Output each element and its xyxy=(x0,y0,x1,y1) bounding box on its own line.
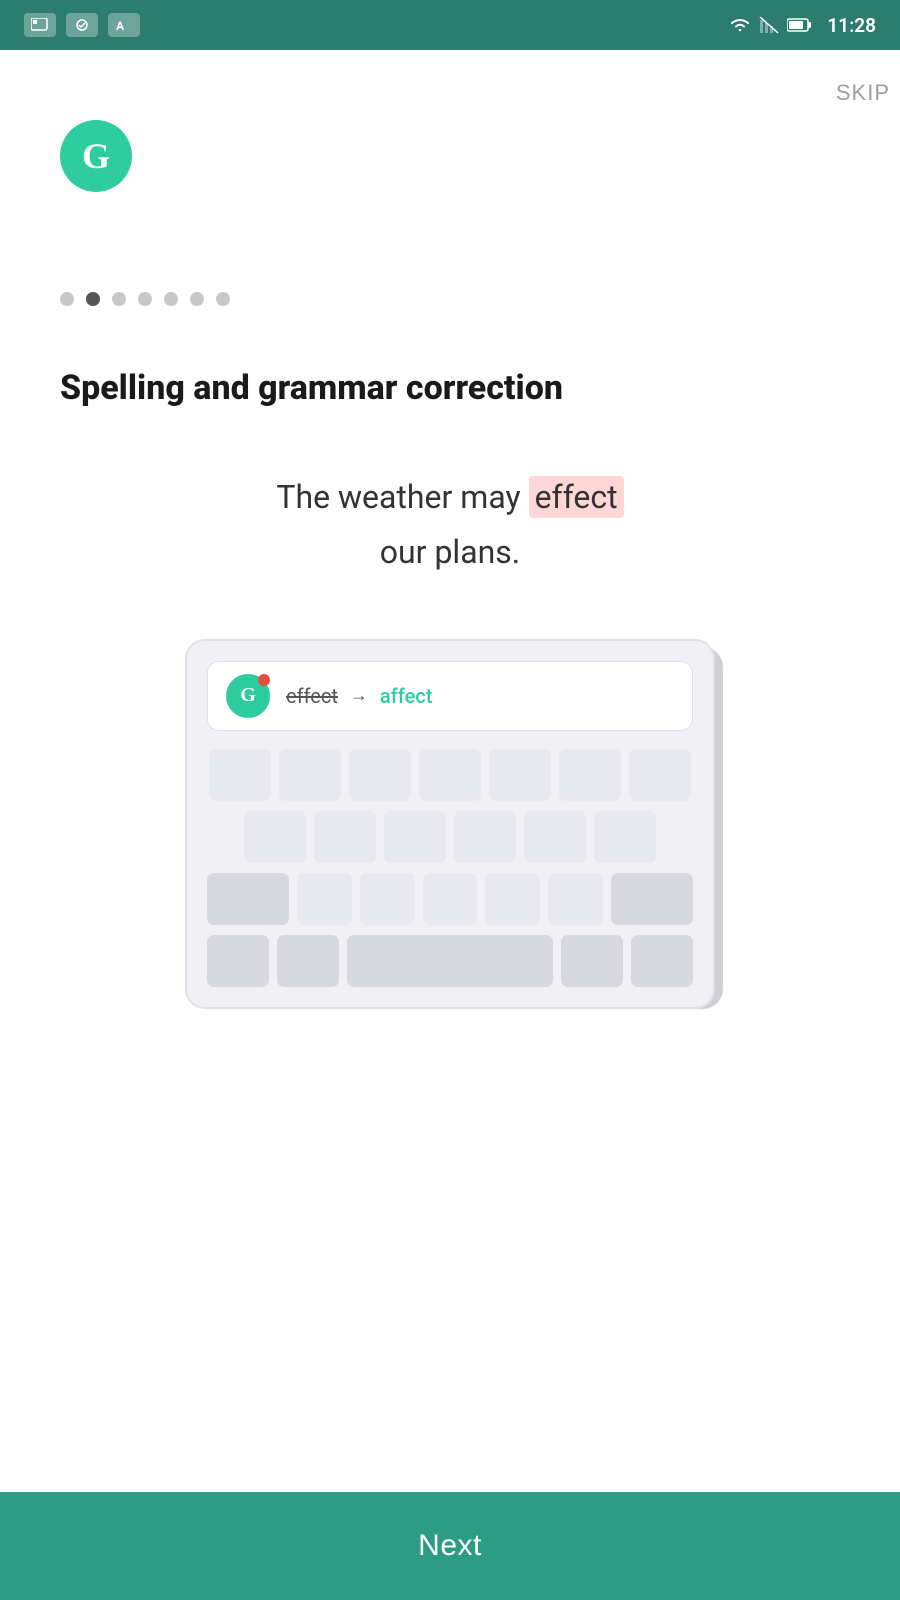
highlighted-word: effect xyxy=(529,476,624,518)
suggestion-bar: G effect → affect xyxy=(207,661,693,731)
battery-icon xyxy=(787,18,811,32)
keyboard-wrapper: G effect → affect xyxy=(185,639,715,1009)
example-prefix: The weather may xyxy=(276,478,528,516)
logo-letter: G xyxy=(82,135,110,177)
signal-icon xyxy=(759,16,779,34)
main-content: SKIP G Spelling and grammar correction T… xyxy=(0,50,900,1600)
key xyxy=(419,749,481,801)
key-backspace xyxy=(611,873,693,925)
key xyxy=(360,873,415,925)
example-text: The weather may effect our plans. xyxy=(50,470,850,579)
skip-button[interactable]: SKIP xyxy=(836,80,890,106)
grammarly-logo: G xyxy=(60,120,132,192)
key xyxy=(489,749,551,801)
dot-2 xyxy=(86,292,100,306)
key-row-2 xyxy=(207,811,693,863)
key-row-4 xyxy=(207,935,693,987)
key xyxy=(349,749,411,801)
key-shift xyxy=(207,873,289,925)
dot-3 xyxy=(112,292,126,306)
keyboard-card: G effect → affect xyxy=(185,639,715,1009)
svg-text:A: A xyxy=(116,19,125,32)
logo-container: G xyxy=(60,120,850,192)
key xyxy=(594,811,656,863)
key xyxy=(524,811,586,863)
key-enter xyxy=(631,935,693,987)
dot-4 xyxy=(138,292,152,306)
wifi-icon xyxy=(729,16,751,34)
key-row-3 xyxy=(207,873,693,925)
key xyxy=(384,811,446,863)
keyboard-keys xyxy=(207,749,693,987)
page-heading: Spelling and grammar correction xyxy=(60,366,850,410)
dot-7 xyxy=(216,292,230,306)
suggestion-arrow: → xyxy=(350,685,368,706)
suggestion-text: effect → affect xyxy=(286,684,432,708)
key xyxy=(279,749,341,801)
key-num xyxy=(207,935,269,987)
key xyxy=(209,749,271,801)
dot-5 xyxy=(164,292,178,306)
key xyxy=(423,873,478,925)
key-row-1 xyxy=(207,749,693,801)
dot-1 xyxy=(60,292,74,306)
key-period xyxy=(561,935,623,987)
dot-6 xyxy=(190,292,204,306)
key-emoji xyxy=(277,935,339,987)
suggestion-wrong-word: effect xyxy=(286,684,338,708)
example-line2: our plans. xyxy=(50,525,850,579)
key xyxy=(485,873,540,925)
suggestion-correct-word: affect xyxy=(380,684,432,708)
key-space xyxy=(347,935,553,987)
example-line1: The weather may effect xyxy=(50,470,850,524)
suggestion-logo-letter: G xyxy=(240,684,256,707)
page-indicator xyxy=(60,292,850,306)
status-bar: A 11:28 xyxy=(0,0,900,50)
keyboard-illustration: G effect → affect xyxy=(50,639,850,1009)
key xyxy=(297,873,352,925)
key xyxy=(548,873,603,925)
key xyxy=(244,811,306,863)
status-time: 11:28 xyxy=(827,14,876,37)
suggestion-notification-dot xyxy=(258,674,270,686)
app-icon-2 xyxy=(66,13,98,37)
app-icon-3: A xyxy=(108,13,140,37)
key xyxy=(559,749,621,801)
app-icon-1 xyxy=(24,13,56,37)
key xyxy=(314,811,376,863)
next-button[interactable]: Next xyxy=(0,1492,900,1600)
key xyxy=(629,749,691,801)
key xyxy=(454,811,516,863)
suggestion-logo: G xyxy=(226,674,270,718)
